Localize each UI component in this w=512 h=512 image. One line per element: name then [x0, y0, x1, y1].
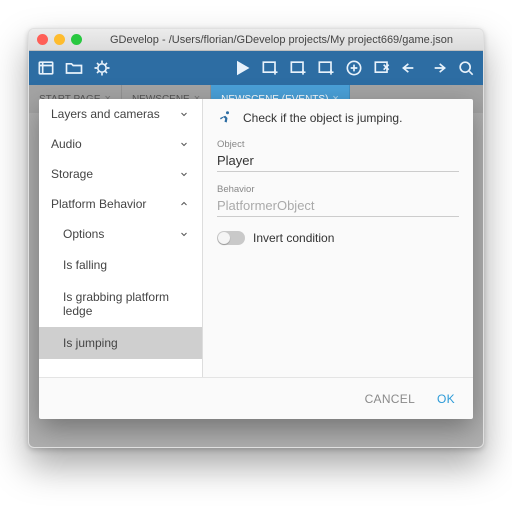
redo-icon[interactable] — [427, 57, 449, 79]
chevron-down-icon — [178, 138, 190, 150]
object-field[interactable]: Object Player — [217, 139, 459, 172]
minimize-icon[interactable] — [54, 34, 65, 45]
field-value: Player — [217, 153, 459, 168]
sidebar-item-layers[interactable]: Layers and cameras — [39, 99, 202, 129]
chevron-down-icon — [178, 108, 190, 120]
sidebar-item-storage[interactable]: Storage — [39, 159, 202, 189]
chevron-down-icon — [178, 168, 190, 180]
toolbar — [29, 51, 483, 85]
chevron-down-icon — [178, 228, 190, 240]
add-subevent-icon[interactable] — [287, 57, 309, 79]
sidebar-item-is-grabbing[interactable]: Is grabbing platform ledge — [39, 281, 202, 327]
sidebar-item-audio[interactable]: Audio — [39, 129, 202, 159]
titlebar: GDevelop - /Users/florian/GDevelop proje… — [29, 29, 483, 51]
open-folder-icon[interactable] — [63, 57, 85, 79]
add-comment-icon[interactable] — [315, 57, 337, 79]
sidebar-item-label: Layers and cameras — [51, 107, 160, 121]
sidebar-item-is-jumping[interactable]: Is jumping — [39, 327, 202, 359]
project-manager-icon[interactable] — [35, 57, 57, 79]
field-label: Object — [217, 139, 459, 150]
sidebar-item-label: Platform Behavior — [51, 197, 146, 211]
field-value: PlatformerObject — [217, 198, 459, 213]
add-other-icon[interactable] — [343, 57, 365, 79]
play-icon[interactable] — [231, 57, 253, 79]
ok-button[interactable]: OK — [437, 392, 455, 406]
sidebar-item-options[interactable]: Options — [39, 219, 202, 249]
sidebar-item-label: Options — [63, 227, 104, 241]
window-title: GDevelop - /Users/florian/GDevelop proje… — [88, 34, 475, 46]
cancel-button[interactable]: CANCEL — [365, 392, 415, 406]
debug-icon[interactable] — [91, 57, 113, 79]
sidebar-item-label: Is jumping — [63, 336, 118, 350]
field-label: Behavior — [217, 184, 459, 195]
behavior-field[interactable]: Behavior PlatformerObject — [217, 184, 459, 217]
undo-icon[interactable] — [399, 57, 421, 79]
delete-icon[interactable] — [371, 57, 393, 79]
maximize-icon[interactable] — [71, 34, 82, 45]
search-icon[interactable] — [455, 57, 477, 79]
close-icon[interactable] — [37, 34, 48, 45]
condition-sidebar: Layers and cameras Audio Storage Platfor… — [39, 99, 203, 377]
jump-icon — [217, 109, 235, 127]
condition-dialog: Layers and cameras Audio Storage Platfor… — [39, 99, 473, 419]
sidebar-item-is-falling[interactable]: Is falling — [39, 249, 202, 281]
invert-toggle[interactable] — [217, 231, 245, 245]
app-window: GDevelop - /Users/florian/GDevelop proje… — [28, 28, 484, 448]
sidebar-item-label: Is falling — [63, 258, 107, 272]
condition-panel: Check if the object is jumping. Object P… — [203, 99, 473, 377]
sidebar-item-label: Audio — [51, 137, 82, 151]
dialog-footer: CANCEL OK — [39, 377, 473, 419]
add-event-icon[interactable] — [259, 57, 281, 79]
sidebar-item-label: Storage — [51, 167, 93, 181]
sidebar-item-platform-behavior[interactable]: Platform Behavior — [39, 189, 202, 219]
condition-description: Check if the object is jumping. — [243, 111, 402, 125]
sidebar-item-label: Is grabbing platform ledge — [63, 290, 169, 318]
chevron-up-icon — [178, 198, 190, 210]
invert-label: Invert condition — [253, 231, 334, 245]
